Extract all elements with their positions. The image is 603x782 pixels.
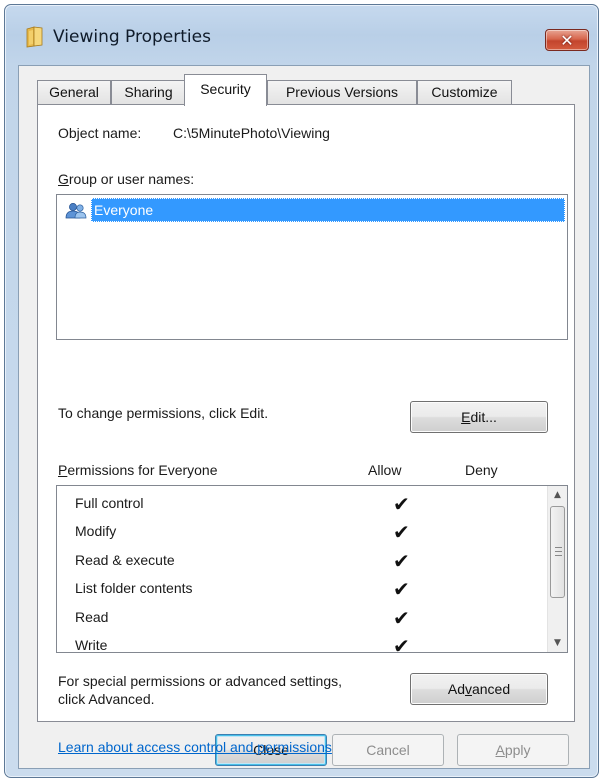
title-bar[interactable]: Viewing Properties ✕ <box>5 5 598 69</box>
permissions-label: Permissions for Everyone <box>58 462 218 478</box>
allow-check-icon: ✔ <box>393 520 410 544</box>
folder-icon <box>26 26 43 48</box>
list-item-everyone[interactable]: Everyone <box>91 198 565 222</box>
permission-row: List folder contents ✔ <box>75 577 410 601</box>
tab-security[interactable]: Security <box>184 74 267 106</box>
learn-more-link[interactable]: Learn about access control and permissio… <box>58 739 332 755</box>
users-icon <box>65 203 87 219</box>
cancel-button[interactable]: Cancel <box>332 734 444 766</box>
permission-row: Read & execute ✔ <box>75 549 410 573</box>
change-permissions-text: To change permissions, click Edit. <box>58 405 269 421</box>
tab-previous-versions[interactable]: Previous Versions <box>267 80 417 105</box>
close-icon: ✕ <box>560 30 574 50</box>
object-name-value: C:\5MinutePhoto\Viewing <box>173 125 330 141</box>
permission-row: Write ✔ <box>57 632 543 653</box>
deny-header: Deny <box>465 462 498 478</box>
properties-window: Viewing Properties ✕ General Sharing Sec… <box>4 4 599 778</box>
permissions-scrollbar[interactable]: ▲ ▼ <box>547 486 567 652</box>
edit-button[interactable]: Edit... <box>410 401 548 433</box>
allow-check-icon: ✔ <box>393 549 410 573</box>
window-title: Viewing Properties <box>53 27 211 47</box>
dialog-client: General Sharing Security Previous Versio… <box>18 65 590 769</box>
special-permissions-text-1: For special permissions or advanced sett… <box>58 673 343 689</box>
apply-button[interactable]: Apply <box>457 734 569 766</box>
tab-sharing[interactable]: Sharing <box>111 80 186 105</box>
window-close-button[interactable]: ✕ <box>545 29 589 51</box>
special-permissions-text-2: click Advanced. <box>58 691 155 707</box>
permission-row: Modify ✔ <box>75 520 410 544</box>
allow-check-icon: ✔ <box>393 606 410 630</box>
tab-customize[interactable]: Customize <box>417 80 512 105</box>
group-label: Group or user names: <box>58 171 195 187</box>
allow-check-icon: ✔ <box>393 492 410 516</box>
group-user-list[interactable]: Everyone <box>56 194 568 340</box>
scroll-up-icon[interactable]: ▲ <box>548 486 567 504</box>
permission-row: Full control ✔ <box>75 492 410 516</box>
object-name-label: Object name: <box>58 125 142 141</box>
allow-header: Allow <box>368 462 402 478</box>
scroll-thumb[interactable] <box>550 506 565 598</box>
advanced-button[interactable]: Advanced <box>410 673 548 705</box>
allow-check-icon: ✔ <box>393 577 410 601</box>
security-panel: Object name: C:\5MinutePhoto\Viewing Gro… <box>37 104 575 755</box>
permission-row: Read ✔ <box>75 606 410 630</box>
allow-check-icon: ✔ <box>393 634 410 653</box>
permissions-list[interactable]: Full control ✔ Modify ✔ Read & execute ✔… <box>56 485 568 653</box>
scroll-down-icon[interactable]: ▼ <box>548 634 567 652</box>
tab-general[interactable]: General <box>37 80 111 105</box>
